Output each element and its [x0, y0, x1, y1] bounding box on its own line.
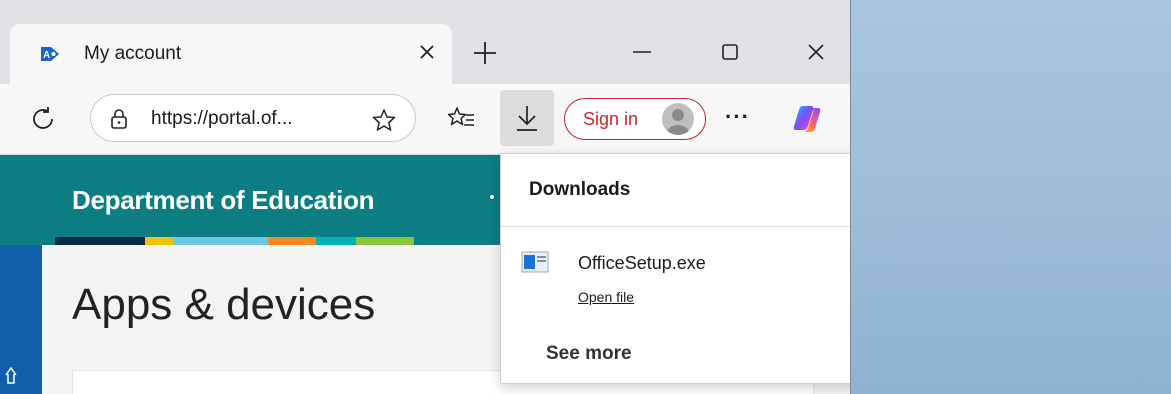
browser-window: A My account https://portal.of... Sign i…: [0, 0, 851, 394]
flyout-divider: [501, 226, 850, 227]
downloads-flyout: Downloads ··· OfficeSetup.exe Open file …: [500, 153, 850, 384]
browser-toolbar: https://portal.of... Sign in ···: [0, 84, 850, 155]
download-icon: [513, 103, 541, 133]
colorbar-segment: [55, 237, 145, 245]
home-icon[interactable]: [4, 365, 18, 385]
colorbar-segment: [145, 237, 173, 245]
copilot-icon[interactable]: [790, 102, 824, 136]
tab-strip: A My account: [0, 0, 850, 84]
colorbar-segment: [316, 237, 356, 245]
star-icon[interactable]: [371, 107, 397, 133]
page-heading: Apps & devices: [72, 280, 376, 329]
download-file-name[interactable]: OfficeSetup.exe: [578, 253, 706, 274]
open-file-link[interactable]: Open file: [578, 289, 634, 305]
svg-text:A: A: [43, 50, 50, 61]
sign-in-button[interactable]: Sign in: [564, 98, 706, 140]
tab-my-account[interactable]: A My account: [10, 24, 452, 84]
address-url: https://portal.of...: [151, 108, 293, 129]
address-bar[interactable]: https://portal.of...: [90, 94, 416, 142]
my-account-favicon-icon: A: [39, 43, 61, 65]
lock-icon[interactable]: [109, 108, 129, 130]
more-options-button[interactable]: ···: [725, 104, 750, 130]
refresh-icon[interactable]: [28, 104, 58, 134]
header-dot: [490, 195, 494, 199]
maximize-icon[interactable]: [718, 40, 742, 64]
downloads-button[interactable]: [500, 90, 554, 146]
colorbar-segment: [173, 237, 268, 245]
org-title: Department of Education: [72, 185, 375, 215]
downloads-title: Downloads: [529, 179, 631, 200]
sign-in-label: Sign in: [583, 109, 639, 129]
file-icon: [521, 251, 549, 273]
desktop-background: [850, 0, 1171, 394]
left-nav-bar: [0, 245, 42, 394]
plus-icon[interactable]: [472, 40, 498, 69]
minimize-icon[interactable]: [630, 40, 654, 64]
colorbar-segment: [356, 237, 414, 245]
avatar: [662, 103, 694, 135]
favorites-list-icon[interactable]: [447, 104, 477, 134]
window-close-icon[interactable]: [804, 40, 828, 64]
close-icon[interactable]: [415, 40, 439, 64]
see-more-link[interactable]: See more: [546, 343, 632, 365]
colorbar-segment: [268, 237, 316, 245]
tab-title: My account: [84, 43, 182, 64]
